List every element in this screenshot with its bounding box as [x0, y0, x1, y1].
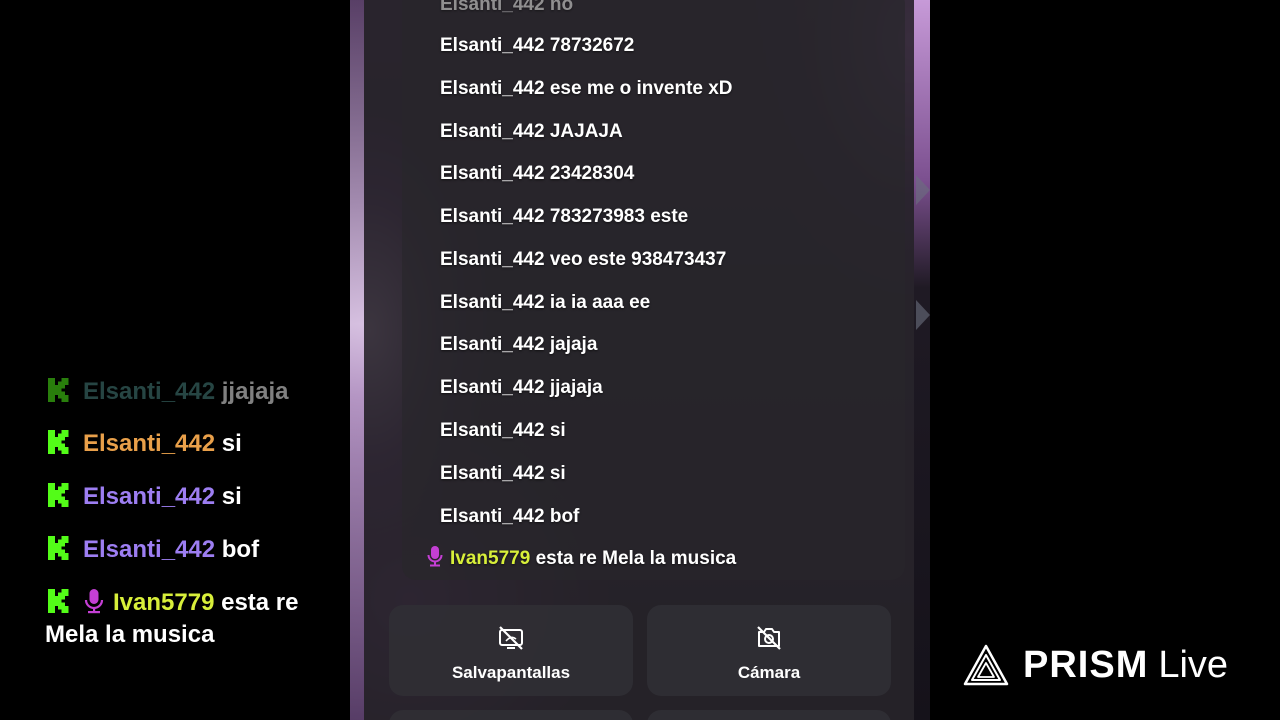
chat-message: Elsanti_442 si [440, 420, 566, 441]
chat-username: Ivan5779 [450, 548, 531, 569]
overlay-text: esta re [214, 589, 299, 616]
screensaver-off-icon [497, 624, 525, 652]
microphone-icon [426, 545, 444, 577]
chat-message: Elsanti_442 no [440, 0, 574, 15]
chat-message: Elsanti_442 JAJAJA [440, 121, 623, 142]
overlay-username: Elsanti_442 [83, 536, 216, 563]
kick-logo-icon [48, 378, 70, 402]
chat-message: Elsanti_442 si [440, 463, 566, 484]
chat-message: Elsanti_442 ese me o invente xD [440, 78, 733, 99]
chat-text: esta re Mela la musica [530, 548, 737, 569]
overlay-username: Elsanti_442 [83, 430, 216, 457]
overlay-username: Ivan5779 [113, 589, 215, 616]
kick-logo-icon [48, 483, 70, 507]
camera-off-icon [755, 624, 783, 652]
chat-message: Elsanti_442 ia ia aaa ee [440, 292, 651, 313]
screensaver-label: Salvapantallas [451, 663, 571, 682]
phone-screen: Elsanti_442 no Elsanti_442 78732672 Elsa… [350, 0, 930, 720]
wallpaper-deco [916, 175, 930, 205]
chat-message: Elsanti_442 jjajaja [440, 377, 603, 398]
chat-message: Elsanti_442 jajaja [440, 334, 598, 355]
watermark-suffix: Live [1158, 643, 1229, 686]
overlay-chat-line: Elsanti_442 jjajaja [48, 377, 288, 407]
overlay-chat-line: Ivan5779 esta re [48, 588, 298, 618]
overlay-text: jjajaja [215, 378, 289, 405]
notification-shade: Elsanti_442 no Elsanti_442 78732672 Elsa… [364, 0, 914, 720]
wallpaper-edge [350, 0, 364, 720]
kick-logo-icon [48, 536, 70, 560]
chat-message: Elsanti_442 bof [440, 506, 580, 527]
chat-message: Elsanti_442 78732672 [440, 35, 635, 56]
overlay-chat-line: Elsanti_442 si [48, 429, 242, 459]
prism-live-watermark: PRISM Live [963, 640, 1228, 690]
overlay-username: Elsanti_442 [83, 483, 216, 510]
prism-logo-icon [963, 644, 1009, 686]
chat-message: Elsanti_442 783273983 este [440, 206, 689, 227]
kick-logo-icon [48, 589, 70, 613]
quick-tile[interactable] [389, 710, 633, 720]
overlay-text-continued: Mela la musica [45, 621, 215, 648]
overlay-username: Elsanti_442 [83, 378, 216, 405]
camera-toggle[interactable]: Cámara [647, 605, 891, 696]
overlay-chat-line: Elsanti_442 bof [48, 535, 259, 565]
wallpaper-deco [916, 300, 930, 330]
kick-logo-icon [48, 430, 70, 454]
screensaver-toggle[interactable]: Salvapantallas [389, 605, 633, 696]
overlay-chat-line: Elsanti_442 si [48, 482, 242, 512]
wallpaper-edge-right [914, 0, 930, 720]
quick-tile[interactable] [647, 710, 891, 720]
overlay-text: si [215, 430, 242, 457]
overlay-text: bof [215, 536, 260, 563]
camera-label: Cámara [737, 663, 801, 682]
microphone-icon [83, 588, 105, 614]
watermark-brand: PRISM [1023, 643, 1149, 686]
chat-message: Elsanti_442 23428304 [440, 163, 635, 184]
chat-message-last: Ivan5779 esta re Mela la musica [426, 544, 736, 574]
overlay-text: si [215, 483, 242, 510]
stream-frame: Elsanti_442 no Elsanti_442 78732672 Elsa… [0, 0, 1280, 720]
chat-message: Elsanti_442 veo este 938473437 [440, 249, 727, 270]
